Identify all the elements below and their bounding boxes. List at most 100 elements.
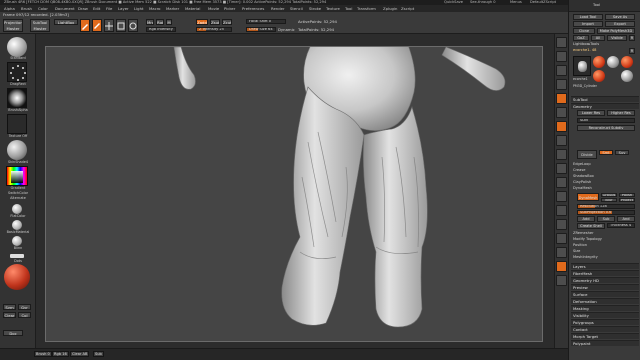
reconstruct-subdiv-button[interactable]: Reconstruct Subdiv bbox=[577, 125, 635, 131]
lower-res-button[interactable]: Lower Res bbox=[577, 110, 605, 116]
col-button[interactable]: Col bbox=[18, 312, 31, 318]
projection-master-button[interactable]: Projection Master bbox=[3, 19, 23, 32]
visible-button[interactable]: Visible bbox=[607, 35, 627, 41]
mrgb-button[interactable]: Mrgb bbox=[146, 19, 154, 25]
menu-item[interactable]: Zplugin bbox=[383, 5, 397, 12]
menu-item[interactable]: Preferences bbox=[242, 5, 264, 12]
zadd-button[interactable]: Zadd bbox=[196, 19, 208, 25]
subtool-master-button[interactable]: SubTool Master bbox=[30, 19, 50, 32]
rgb-counter[interactable]: Rgb 16 bbox=[52, 351, 69, 357]
menu-item[interactable]: Transform bbox=[357, 5, 376, 12]
r-small-button[interactable]: R bbox=[629, 48, 635, 54]
draw-size-slider[interactable]: Draw Size 64 bbox=[246, 27, 276, 32]
draw-button[interactable] bbox=[92, 19, 102, 32]
menu-item[interactable]: Stencil bbox=[290, 5, 303, 12]
tool-thumbnail[interactable] bbox=[573, 56, 591, 76]
menu-item[interactable]: Document bbox=[55, 5, 75, 12]
scale-view-icon[interactable] bbox=[556, 205, 567, 216]
and-button[interactable]: And bbox=[617, 216, 635, 222]
polyf-icon[interactable] bbox=[556, 233, 567, 244]
save-as-button[interactable]: Save As bbox=[605, 14, 635, 20]
rotate-button[interactable] bbox=[128, 19, 138, 32]
sub-button[interactable]: Sub bbox=[597, 216, 615, 222]
actual-icon[interactable] bbox=[556, 93, 567, 104]
preview-section[interactable]: Preview bbox=[571, 284, 639, 290]
higher-res-button[interactable]: Higher Res bbox=[607, 110, 635, 116]
frame-icon[interactable] bbox=[556, 177, 567, 188]
lightbox-tools-button[interactable]: Lightbox▸Tools bbox=[573, 42, 599, 47]
transp-icon[interactable] bbox=[556, 247, 567, 258]
spix-icon[interactable] bbox=[556, 51, 567, 62]
dynamic-button[interactable]: Dynamic bbox=[278, 27, 295, 32]
scroll-icon[interactable] bbox=[556, 65, 567, 76]
menu-item[interactable]: Marker bbox=[166, 5, 179, 12]
bpr-icon[interactable] bbox=[556, 37, 567, 48]
move-button[interactable] bbox=[104, 19, 114, 32]
crease-section[interactable]: Crease bbox=[573, 168, 585, 173]
menu-item[interactable]: Movie bbox=[208, 5, 219, 12]
rgb-button[interactable]: Rgb bbox=[156, 19, 164, 25]
menu-item[interactable]: Material bbox=[185, 5, 200, 12]
sub-bottom-button[interactable]: Sub bbox=[93, 351, 104, 357]
r-button[interactable]: R bbox=[629, 35, 635, 41]
thickness-slider[interactable]: Thickness 4 bbox=[607, 223, 635, 228]
document-canvas[interactable] bbox=[45, 44, 543, 342]
menu-item[interactable]: Stroke bbox=[309, 5, 321, 12]
sym-button[interactable]: Sym bbox=[3, 304, 16, 310]
menu-item[interactable]: Color bbox=[38, 5, 48, 12]
brush-preview-icon[interactable] bbox=[7, 37, 27, 57]
sdiv-slider[interactable]: SDiv bbox=[577, 118, 635, 123]
meshintegrity-section[interactable]: MeshIntegrity bbox=[573, 255, 598, 260]
polish-button[interactable]: Polish bbox=[619, 193, 635, 197]
doc-button[interactable]: Doc bbox=[3, 330, 23, 336]
modify-topology-section[interactable]: Modify Topology bbox=[573, 237, 602, 242]
m-button[interactable]: M bbox=[166, 19, 172, 25]
zremesher-section[interactable]: ZRemesher bbox=[573, 231, 594, 236]
main-color-swatch[interactable] bbox=[4, 264, 30, 290]
tool-thumbnail[interactable] bbox=[593, 70, 605, 82]
menu-item[interactable]: Render bbox=[271, 5, 285, 12]
clone-button[interactable]: Clone bbox=[573, 28, 595, 34]
canvas-area[interactable] bbox=[36, 34, 554, 348]
resolution-slider[interactable]: Resolution 128 bbox=[577, 204, 635, 209]
persp-icon[interactable] bbox=[556, 121, 567, 132]
lightbox-button[interactable]: LightBox bbox=[54, 19, 78, 25]
create-shell-button[interactable]: Create Shell bbox=[577, 223, 605, 229]
menu-item[interactable]: Draw bbox=[78, 5, 88, 12]
switch-color-button[interactable]: SwitchColor bbox=[1, 191, 35, 195]
goz-button[interactable]: GoZ bbox=[573, 35, 589, 41]
load-tool-button[interactable]: Load Tool bbox=[573, 14, 603, 20]
basic-material-swatch[interactable] bbox=[12, 220, 22, 230]
move-view-icon[interactable] bbox=[556, 191, 567, 202]
geometry-hd-section[interactable]: Geometry HD bbox=[571, 277, 639, 283]
subtool-section[interactable]: SubTool bbox=[571, 96, 639, 102]
alternate-button[interactable]: Alternate bbox=[1, 196, 35, 200]
xyz-icon[interactable] bbox=[556, 163, 567, 174]
tool-thumbnail[interactable] bbox=[621, 70, 633, 82]
size-section[interactable]: Size bbox=[573, 249, 580, 254]
tool-thumbnail[interactable] bbox=[621, 56, 633, 68]
polypaint-section[interactable]: Polypaint bbox=[571, 340, 639, 346]
visibility-section[interactable]: Visibility bbox=[571, 312, 639, 318]
dynamesh-section[interactable]: DynaMesh bbox=[573, 186, 592, 191]
masking-section[interactable]: Masking bbox=[571, 305, 639, 311]
z-intensity-slider[interactable]: Z Intensity 25 bbox=[196, 27, 232, 32]
claypolish-section[interactable]: ClayPolish bbox=[573, 180, 591, 185]
contact-section[interactable]: Contact bbox=[571, 326, 639, 332]
menu-item[interactable]: Light bbox=[134, 5, 143, 12]
polygroups-section[interactable]: Polygroups bbox=[571, 319, 639, 325]
all-button[interactable]: All bbox=[591, 35, 605, 41]
zoom-icon[interactable] bbox=[556, 79, 567, 90]
clear-ab-button[interactable]: Clear AB bbox=[70, 351, 90, 357]
menu-item[interactable]: Layer bbox=[118, 5, 129, 12]
scale-button[interactable] bbox=[116, 19, 126, 32]
flatcolor-swatch[interactable] bbox=[12, 204, 22, 214]
edgeloop-section[interactable]: EdgeLoop bbox=[573, 162, 591, 167]
floor-icon[interactable] bbox=[556, 135, 567, 146]
menu-item[interactable]: Macro bbox=[149, 5, 161, 12]
zsub-button[interactable]: Zsub bbox=[210, 19, 220, 25]
menu-item[interactable]: File bbox=[106, 5, 112, 12]
menu-item[interactable]: Texture bbox=[326, 5, 340, 12]
aahalf-icon[interactable] bbox=[556, 107, 567, 118]
menu-item[interactable]: Brush bbox=[21, 5, 32, 12]
